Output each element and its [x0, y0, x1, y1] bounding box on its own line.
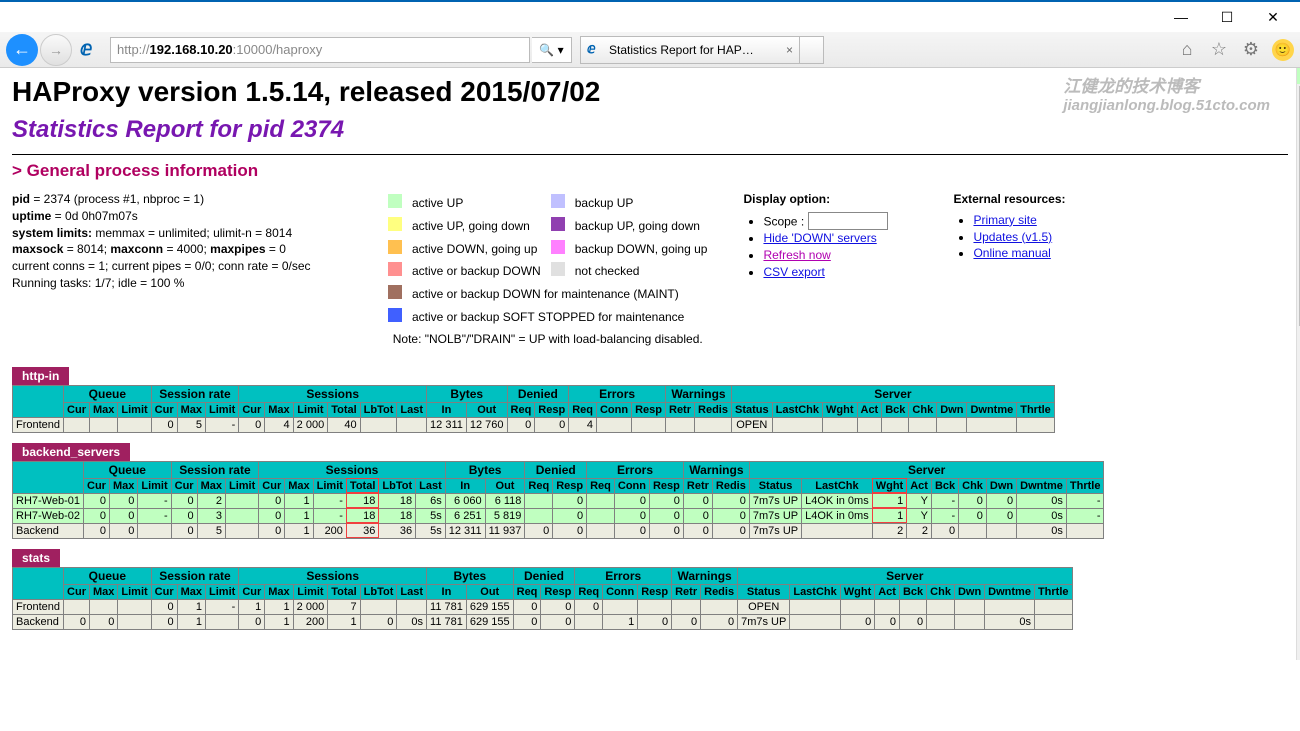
primary-site-link[interactable]: Primary site	[973, 213, 1036, 227]
url-path: /haproxy	[272, 42, 322, 57]
hide-down-link[interactable]: Hide 'DOWN' servers	[763, 231, 876, 245]
display-options: Display option: Scope : Hide 'DOWN' serv…	[743, 191, 923, 351]
legend-swatch	[551, 194, 565, 208]
home-icon[interactable]: ⌂	[1176, 39, 1198, 61]
divider	[12, 154, 1288, 155]
nav-back-button[interactable]: ←	[6, 34, 38, 66]
browser-toolbar: ← → http://192.168.10.20:10000/haproxy 🔍…	[0, 32, 1300, 68]
nav-forward-button[interactable]: →	[40, 34, 72, 66]
legend-swatch	[388, 240, 402, 254]
table-stats: Queue Session rate Sessions Bytes Denied…	[12, 567, 1073, 630]
vertical-scrollbar[interactable]: ˄˅	[1296, 68, 1300, 660]
legend-swatch	[388, 194, 402, 208]
table-row: Backend 00 05 0120036365s 12 31111 937 0…	[13, 523, 1104, 538]
browser-tab-active[interactable]: Statistics Report for HAP… ×	[580, 36, 800, 64]
ie-logo-icon	[80, 38, 104, 62]
window-close[interactable]: ✕	[1250, 2, 1296, 32]
settings-gear-icon[interactable]: ⚙	[1240, 39, 1262, 61]
page-content: 江健龙的技术博客 jiangjianlong.blog.51cto.com HA…	[0, 68, 1300, 660]
address-bar[interactable]: http://192.168.10.20:10000/haproxy	[110, 37, 530, 63]
section-heading: > General process information	[12, 161, 1288, 181]
window-titlebar: — ☐ ✕	[0, 0, 1300, 32]
page-subtitle: Statistics Report for pid 2374	[12, 116, 1288, 144]
new-tab-button[interactable]	[800, 36, 824, 64]
favorites-icon[interactable]: ☆	[1208, 39, 1230, 61]
updates-link[interactable]: Updates (v1.5)	[973, 230, 1052, 244]
proxy-name-backend-servers: backend_servers	[12, 443, 130, 461]
legend-swatch	[388, 262, 402, 276]
table-row: Frontend 05- 042 00040 12 31112 760 00 4…	[13, 417, 1055, 432]
csv-export-link[interactable]: CSV export	[763, 265, 824, 279]
legend-swatch	[388, 217, 402, 231]
proxy-name-stats: stats	[12, 549, 60, 567]
table-http-in: Queue Session rate Sessions Bytes Denied…	[12, 385, 1055, 433]
proxy-name-http-in: http-in	[12, 367, 69, 385]
tab-strip: Statistics Report for HAP… ×	[580, 36, 824, 64]
table-backend-servers: Queue Session rate Sessions Bytes Denied…	[12, 461, 1104, 539]
status-legend: active UPbackup UP active UP, going down…	[382, 191, 713, 351]
url-port: :10000	[233, 42, 273, 57]
url-host: 192.168.10.20	[150, 42, 233, 57]
smiley-feedback-icon[interactable]: 🙂	[1272, 39, 1294, 61]
legend-swatch	[551, 217, 565, 231]
table-row: Frontend 01- 112 0007 11 781629 155 00 0…	[13, 599, 1073, 614]
legend-swatch	[551, 262, 565, 276]
legend-swatch	[551, 240, 565, 254]
external-resources: External resources: Primary site Updates…	[953, 191, 1065, 351]
table-row: RH7-Web-02 00- 03 01-18185s 6 2515 819 0…	[13, 508, 1104, 523]
table-row: Backend 00 01 01200100s 11 781629 155 00…	[13, 614, 1073, 629]
manual-link[interactable]: Online manual	[973, 246, 1050, 260]
refresh-link[interactable]: Refresh now	[763, 248, 830, 262]
scope-input[interactable]	[808, 212, 888, 230]
search-button[interactable]: 🔍 ▾	[532, 37, 572, 63]
window-minimize[interactable]: —	[1158, 2, 1204, 32]
tab-favicon-icon	[587, 42, 603, 58]
watermark: 江健龙的技术博客 jiangjianlong.blog.51cto.com	[1063, 72, 1270, 114]
url-scheme: http://	[117, 42, 150, 57]
table-row: RH7-Web-01 00- 02 01-18186s 6 0606 118 0…	[13, 493, 1104, 508]
tab-close-icon[interactable]: ×	[786, 43, 793, 57]
process-info: pid = 2374 (process #1, nbproc = 1) upti…	[12, 191, 352, 351]
tab-title: Statistics Report for HAP…	[609, 43, 780, 57]
legend-swatch	[388, 308, 402, 322]
legend-swatch	[388, 285, 402, 299]
window-maximize[interactable]: ☐	[1204, 2, 1250, 32]
